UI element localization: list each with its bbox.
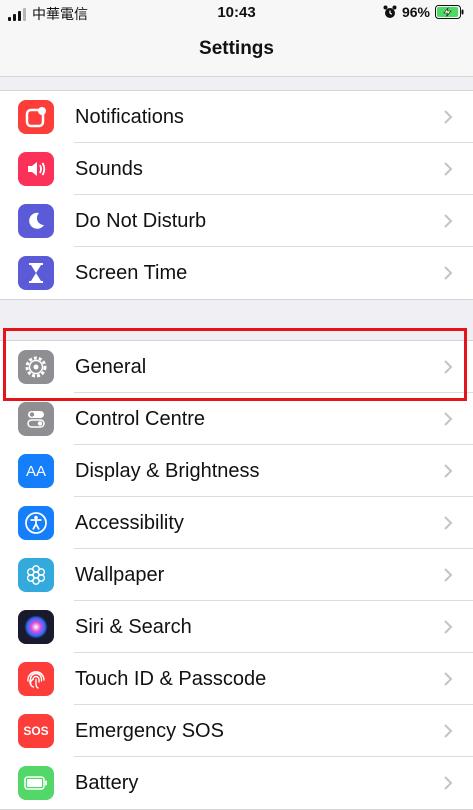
settings-row-display-brightness[interactable]: AA Display & Brightness bbox=[0, 445, 473, 497]
chevron-right-icon bbox=[444, 516, 453, 530]
chevron-right-icon bbox=[444, 776, 453, 790]
battery-icon bbox=[18, 766, 54, 800]
settings-group-1: Notifications Sounds Do Not Disturb Scre… bbox=[0, 90, 473, 300]
navigation-bar: Settings bbox=[0, 26, 473, 77]
row-label: Notifications bbox=[75, 106, 184, 128]
battery-percentage: 96% bbox=[401, 4, 430, 20]
battery-charging-icon bbox=[435, 5, 464, 19]
flower-icon bbox=[18, 558, 54, 592]
status-right: 96% bbox=[383, 4, 465, 20]
alarm-clock-icon bbox=[383, 5, 397, 18]
row-label: Wallpaper bbox=[75, 564, 165, 586]
notifications-icon bbox=[18, 100, 54, 134]
chevron-right-icon bbox=[444, 672, 453, 686]
chevron-right-icon bbox=[444, 464, 453, 478]
sos-icon: SOS bbox=[18, 714, 54, 748]
sos-icon-text: SOS bbox=[23, 724, 49, 738]
row-label: Emergency SOS bbox=[75, 720, 224, 742]
aa-icon: AA bbox=[18, 454, 54, 488]
row-label: Touch ID & Passcode bbox=[75, 668, 267, 690]
chevron-right-icon bbox=[444, 568, 453, 582]
page-title: Settings bbox=[199, 38, 274, 59]
row-label: Do Not Disturb bbox=[75, 210, 207, 232]
chevron-right-icon bbox=[444, 620, 453, 634]
settings-group-2: General Control Centre AA Display & Brig… bbox=[0, 340, 473, 810]
row-label: Siri & Search bbox=[75, 616, 192, 638]
hourglass-icon bbox=[18, 256, 54, 290]
fingerprint-icon bbox=[18, 662, 54, 696]
status-bar: 中華電信 10:43 96% bbox=[0, 0, 473, 26]
moon-icon bbox=[18, 204, 54, 238]
settings-row-notifications[interactable]: Notifications bbox=[0, 91, 473, 143]
chevron-right-icon bbox=[444, 162, 453, 176]
chevron-right-icon bbox=[444, 214, 453, 228]
settings-row-battery[interactable]: Battery bbox=[0, 757, 473, 809]
highlight-box bbox=[3, 328, 467, 401]
settings-row-siri-search[interactable]: Siri & Search bbox=[0, 601, 473, 653]
row-label: Battery bbox=[75, 772, 139, 794]
row-label: Display & Brightness bbox=[75, 460, 260, 482]
siri-icon bbox=[18, 610, 54, 644]
settings-row-sounds[interactable]: Sounds bbox=[0, 143, 473, 195]
switches-icon bbox=[18, 402, 54, 436]
chevron-right-icon bbox=[444, 724, 453, 738]
row-label: Screen Time bbox=[75, 262, 188, 284]
chevron-right-icon bbox=[444, 412, 453, 426]
row-label: Control Centre bbox=[75, 408, 206, 430]
row-label: Accessibility bbox=[75, 512, 184, 534]
chevron-right-icon bbox=[444, 266, 453, 280]
settings-row-do-not-disturb[interactable]: Do Not Disturb bbox=[0, 195, 473, 247]
speaker-icon bbox=[18, 152, 54, 186]
settings-row-accessibility[interactable]: Accessibility bbox=[0, 497, 473, 549]
settings-row-screen-time[interactable]: Screen Time bbox=[0, 247, 473, 299]
settings-row-touch-id-passcode[interactable]: Touch ID & Passcode bbox=[0, 653, 473, 705]
accessibility-icon bbox=[18, 506, 54, 540]
settings-row-wallpaper[interactable]: Wallpaper bbox=[0, 549, 473, 601]
settings-row-emergency-sos[interactable]: SOS Emergency SOS bbox=[0, 705, 473, 757]
chevron-right-icon bbox=[444, 110, 453, 124]
row-label: Sounds bbox=[75, 158, 143, 180]
aa-icon-text: AA bbox=[25, 462, 46, 480]
